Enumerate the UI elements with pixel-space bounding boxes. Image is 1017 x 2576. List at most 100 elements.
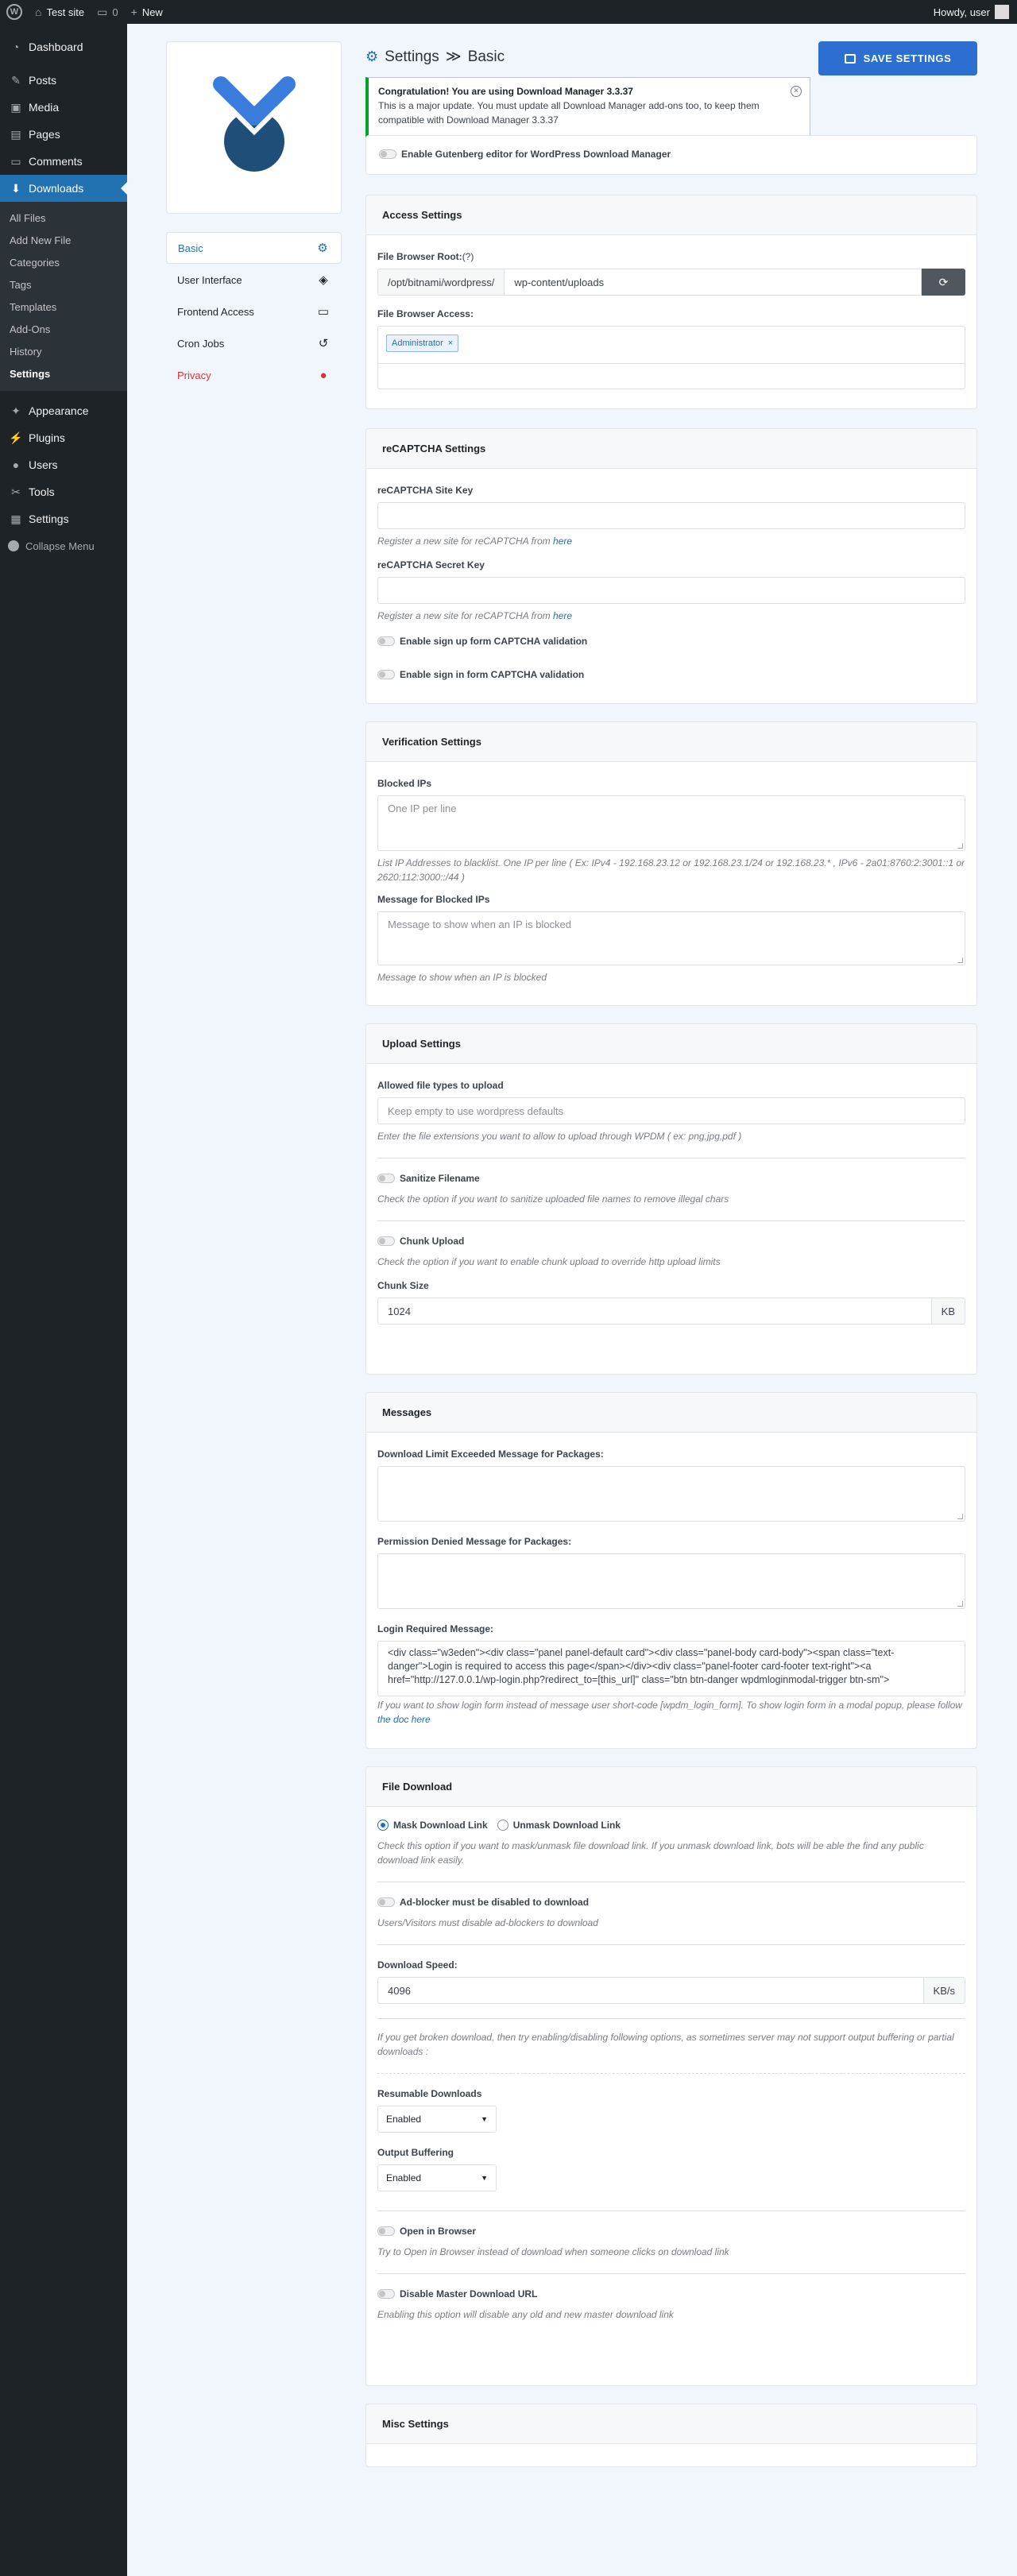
open-browser-toggle[interactable] [377, 2226, 395, 2236]
unmask-link-radio[interactable] [497, 1820, 508, 1831]
signin-captcha-label: Enable sign in form CAPTCHA validation [400, 669, 585, 680]
page-title: ⚙ Settings ≫ Basic [365, 48, 505, 66]
menu-label: Plugins [29, 431, 65, 444]
register-link[interactable]: here [553, 610, 572, 621]
file-types-input[interactable]: Keep empty to use wordpress defaults [377, 1097, 965, 1124]
submenu-item-all-files[interactable]: All Files [0, 207, 127, 229]
adblock-toggle[interactable] [377, 1897, 395, 1907]
submenu-item-tags[interactable]: Tags [0, 273, 127, 296]
site-name-link[interactable]: ⌂ Test site [29, 0, 91, 24]
master-url-toggle[interactable] [377, 2289, 395, 2299]
nav-item-basic[interactable]: Basic ⚙ [166, 232, 342, 264]
secret-key-input[interactable] [377, 577, 965, 604]
signup-captcha-toggle[interactable] [377, 636, 395, 646]
nav-item-frontend-access[interactable]: Frontend Access ▭ [166, 296, 342, 327]
submenu-item-settings[interactable]: Settings [0, 362, 127, 385]
nav-label: Privacy [177, 369, 211, 381]
comments-link[interactable]: ▭ 0 [91, 0, 124, 24]
signup-captcha-row[interactable]: Enable sign up form CAPTCHA validation [377, 636, 965, 647]
submenu-item-add-ons[interactable]: Add-Ons [0, 318, 127, 340]
file-browser-root-label: File Browser Root:(?) [377, 251, 965, 262]
denied-message-label: Permission Denied Message for Packages: [377, 1536, 572, 1547]
blocked-message-textarea[interactable]: Message to show when an IP is blocked [377, 911, 965, 965]
file-types-label: Allowed file types to upload [377, 1080, 504, 1091]
adblock-row[interactable]: Ad-blocker must be disabled to download [377, 1897, 965, 1908]
remove-tag-icon[interactable]: × [448, 338, 453, 348]
placeholder: One IP per line [388, 803, 457, 814]
collapse-menu-button[interactable]: Collapse Menu [0, 532, 127, 559]
master-url-row[interactable]: Disable Master Download URL [377, 2288, 965, 2299]
help-tooltip[interactable]: (?) [462, 251, 474, 262]
comment-icon: ▭ [10, 154, 21, 168]
chunk-size-input[interactable]: 1024 [377, 1298, 932, 1325]
file-browser-root-input[interactable]: wp-content/uploads [504, 269, 922, 296]
login-message-textarea[interactable]: <div class="w3eden"><div class="panel pa… [377, 1641, 965, 1696]
register-link[interactable]: here [553, 536, 572, 547]
secret-key-label: reCAPTCHA Secret Key [377, 559, 485, 571]
unmask-link-option[interactable]: Unmask Download Link [497, 1820, 621, 1831]
signin-captcha-toggle[interactable] [377, 670, 395, 679]
menu-item-tools[interactable]: ✂ Tools [0, 478, 127, 505]
save-settings-button[interactable]: SAVE SETTINGS [818, 41, 977, 75]
open-browser-row[interactable]: Open in Browser [377, 2226, 965, 2237]
signin-captcha-row[interactable]: Enable sign in form CAPTCHA validation [377, 669, 965, 680]
resumable-select[interactable]: Enabled ▼ [377, 2106, 497, 2133]
menu-item-comments[interactable]: ▭ Comments [0, 148, 127, 175]
blocked-message-help: Message to show when an IP is blocked [377, 972, 547, 983]
download-speed-input[interactable]: 4096 [377, 1977, 924, 2004]
mask-link-radio[interactable] [377, 1820, 389, 1831]
download-icon: ⬇ [11, 181, 21, 195]
plugin-logo-card [166, 41, 342, 214]
file-browser-root-group: /opt/bitnami/wordpress/ wp-content/uploa… [377, 269, 965, 296]
sanitize-row[interactable]: Sanitize Filename [377, 1173, 965, 1184]
menu-item-users[interactable]: ● Users [0, 451, 127, 478]
submenu-item-templates[interactable]: Templates [0, 296, 127, 318]
save-icon [844, 53, 856, 64]
dismiss-icon[interactable]: ✕ [791, 86, 802, 97]
menu-item-settings[interactable]: ▦ Settings [0, 505, 127, 532]
submenu-item-categories[interactable]: Categories [0, 251, 127, 273]
recaptcha-settings-panel: reCAPTCHA Settings reCAPTCHA Site Key Re… [365, 428, 977, 704]
gear-icon: ⚙ [317, 242, 328, 255]
panel-title: Upload Settings [366, 1024, 976, 1064]
menu-item-appearance[interactable]: ✦ Appearance [0, 397, 127, 424]
denied-message-textarea[interactable] [377, 1553, 965, 1609]
chevron-down-icon: ▼ [481, 2115, 488, 2123]
menu-label: Users [29, 458, 58, 471]
refresh-button[interactable]: ⟳ [922, 269, 965, 296]
nav-item-privacy[interactable]: Privacy ● [166, 359, 342, 391]
chunk-upload-label: Chunk Upload [400, 1236, 465, 1247]
menu-item-pages[interactable]: ▤ Pages [0, 121, 127, 148]
doc-link[interactable]: the doc here [377, 1714, 431, 1725]
menu-item-posts[interactable]: ✎ Posts [0, 67, 127, 94]
submenu-item-add-new-file[interactable]: Add New File [0, 229, 127, 251]
gutenberg-toggle[interactable] [379, 149, 396, 159]
help-text: Register a new site for reCAPTCHA from [377, 536, 551, 547]
chunk-upload-row[interactable]: Chunk Upload [377, 1236, 965, 1247]
new-content-link[interactable]: + New [125, 0, 169, 24]
file-browser-access-select[interactable]: Administrator × [377, 326, 965, 389]
gutenberg-toggle-row[interactable]: Enable Gutenberg editor for WordPress Do… [379, 149, 671, 160]
sanitize-toggle[interactable] [377, 1174, 395, 1183]
account-menu[interactable]: Howdy, user [934, 5, 1017, 19]
blocked-ips-textarea[interactable]: One IP per line [377, 795, 965, 851]
update-notice: Congratulation! You are using Download M… [365, 77, 810, 139]
mask-link-option[interactable]: Mask Download Link [377, 1820, 488, 1831]
buffering-select[interactable]: Enabled ▼ [377, 2164, 497, 2191]
nav-label: Frontend Access [177, 305, 254, 318]
menu-item-dashboard[interactable]: ◔ Dashboard [0, 33, 127, 60]
menu-label: Tools [29, 485, 55, 498]
menu-item-plugins[interactable]: ⚡ Plugins [0, 424, 127, 451]
file-browser-access-label: File Browser Access: [377, 308, 474, 319]
site-key-input[interactable] [377, 502, 965, 529]
wordpress-logo-button[interactable]: W [0, 0, 29, 24]
menu-item-media[interactable]: ▣ Media [0, 94, 127, 121]
mask-link-label: Mask Download Link [393, 1820, 488, 1831]
nav-item-user-interface[interactable]: User Interface ◈ [166, 264, 342, 296]
submenu-item-history[interactable]: History [0, 340, 127, 362]
limit-message-textarea[interactable] [377, 1466, 965, 1522]
menu-item-downloads[interactable]: ⬇ Downloads [0, 175, 127, 202]
chunk-upload-toggle[interactable] [377, 1236, 395, 1246]
admin-bar: W ⌂ Test site ▭ 0 + New Howdy, user [0, 0, 1017, 24]
nav-item-cron-jobs[interactable]: Cron Jobs ↺ [166, 327, 342, 359]
